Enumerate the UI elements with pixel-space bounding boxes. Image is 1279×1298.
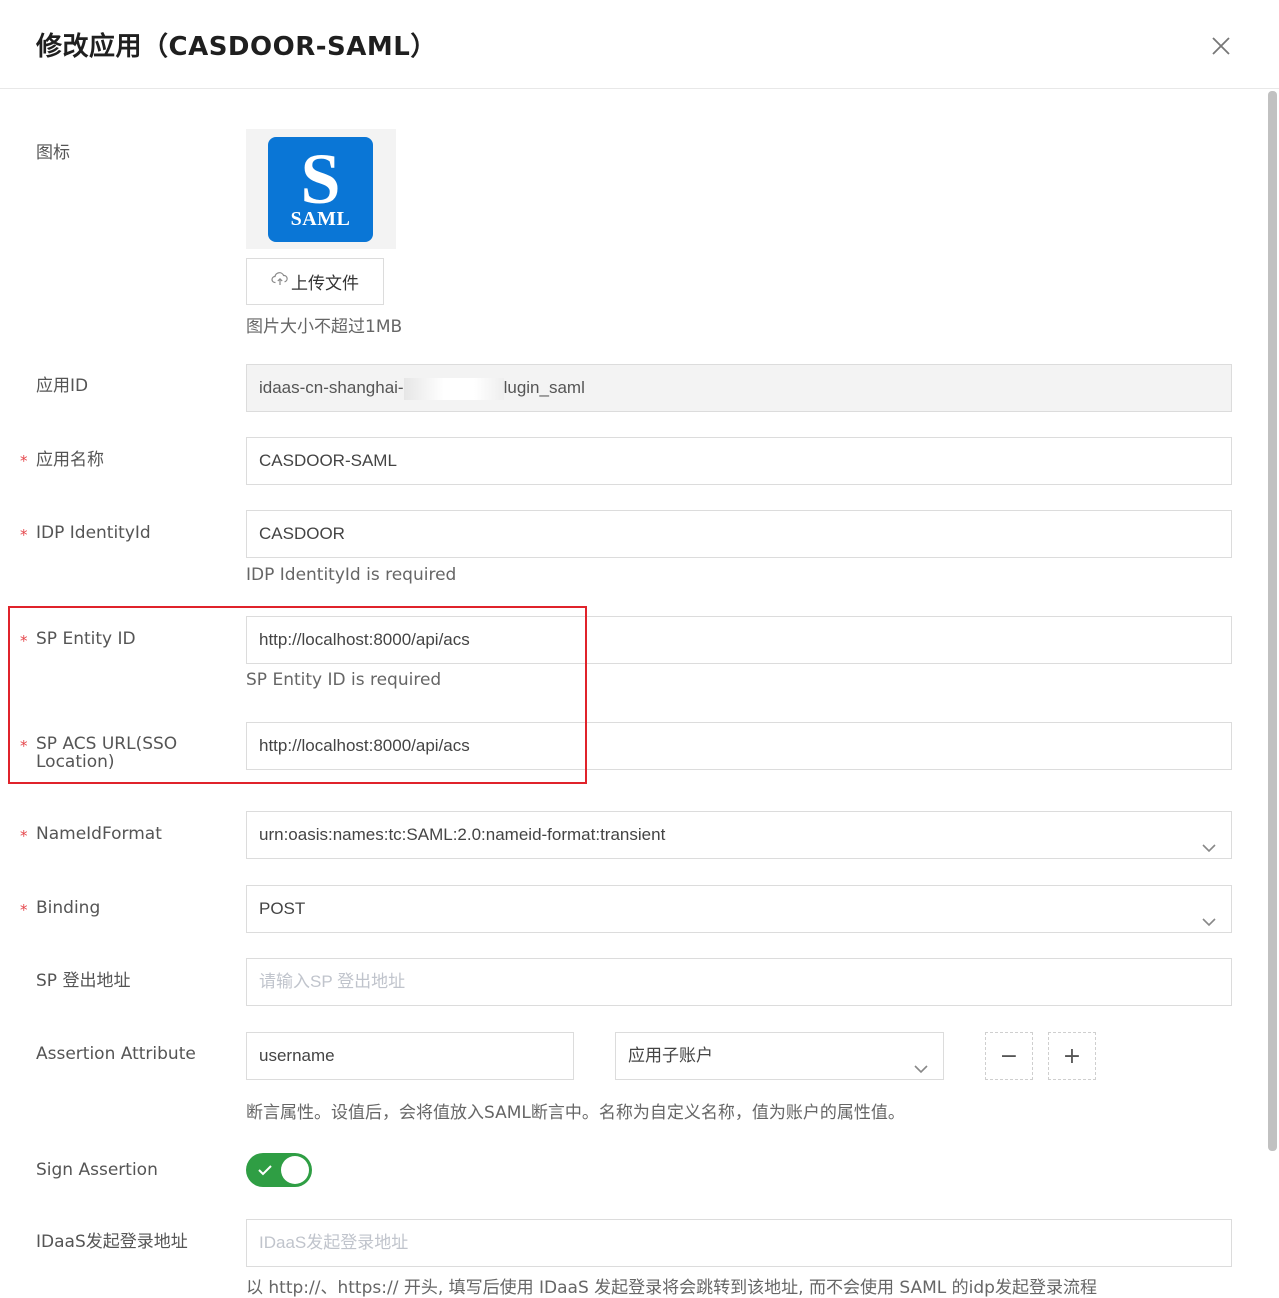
app-id-label: 应用ID bbox=[36, 376, 89, 396]
icon-size-hint: 图片大小不超过1MB bbox=[246, 317, 403, 337]
required-mark: * bbox=[20, 901, 28, 919]
binding-value: POST bbox=[259, 899, 306, 918]
idp-identity-label: IDP IdentityId bbox=[36, 523, 151, 543]
sp-acs-input[interactable]: http://localhost:8000/api/acs bbox=[246, 722, 1232, 770]
scrollbar-thumb[interactable] bbox=[1268, 91, 1277, 1151]
saml-logo: S SAML bbox=[268, 137, 373, 242]
sp-acs-label-line1: SP ACS URL(SSO bbox=[36, 734, 178, 754]
assertion-attr-value: 应用子账户 bbox=[628, 1046, 713, 1065]
sign-assertion-label: Sign Assertion bbox=[36, 1160, 158, 1180]
sign-assertion-toggle[interactable] bbox=[246, 1153, 312, 1187]
app-name-label: 应用名称 bbox=[36, 450, 104, 470]
saml-logo-text: SAML bbox=[290, 208, 351, 230]
scrollbar[interactable] bbox=[1266, 89, 1279, 1292]
upload-file-label: 上传文件 bbox=[291, 274, 359, 294]
assertion-attribute-label: Assertion Attribute bbox=[36, 1044, 196, 1064]
idp-identity-input[interactable]: CASDOOR bbox=[246, 510, 1232, 558]
remove-attribute-button[interactable]: − bbox=[985, 1032, 1033, 1080]
app-name-input[interactable]: CASDOOR-SAML bbox=[246, 437, 1232, 485]
name-id-format-select[interactable]: urn:oasis:names:tc:SAML:2.0:nameid-forma… bbox=[246, 811, 1232, 859]
upload-cloud-icon bbox=[271, 271, 291, 292]
sp-entity-input[interactable]: http://localhost:8000/api/acs bbox=[246, 616, 1232, 664]
toggle-knob bbox=[281, 1156, 309, 1184]
required-mark: * bbox=[20, 737, 28, 755]
close-icon[interactable] bbox=[1206, 31, 1236, 61]
chevron-down-icon bbox=[913, 1049, 929, 1074]
sp-logout-label: SP 登出地址 bbox=[36, 971, 131, 991]
dialog-title: 修改应用（CASDOOR-SAML） bbox=[36, 32, 437, 62]
add-attribute-button[interactable]: + bbox=[1048, 1032, 1096, 1080]
assertion-attr-select[interactable]: 应用子账户 bbox=[615, 1032, 944, 1080]
required-mark: * bbox=[20, 452, 28, 470]
required-mark: * bbox=[20, 526, 28, 544]
idaas-login-help: 以 http://、https:// 开头, 填写后使用 IDaaS 发起登录将… bbox=[246, 1278, 1097, 1298]
required-mark: * bbox=[20, 632, 28, 650]
sp-entity-help: SP Entity ID is required bbox=[246, 670, 442, 690]
assertion-name-input[interactable]: username bbox=[246, 1032, 574, 1080]
idaas-login-input[interactable]: IDaaS发起登录地址 bbox=[246, 1219, 1232, 1267]
sp-acs-label-line2: Location) bbox=[36, 752, 115, 772]
required-mark: * bbox=[20, 827, 28, 845]
icon-label: 图标 bbox=[36, 143, 70, 163]
sp-acs-label: SP ACS URL(SSO Location) bbox=[36, 735, 177, 771]
chevron-down-icon bbox=[1201, 902, 1217, 927]
binding-select[interactable]: POST bbox=[246, 885, 1232, 933]
assertion-attribute-help: 断言属性。设值后，会将值放入SAML断言中。名称为自定义名称，值为账户的属性值。 bbox=[246, 1103, 905, 1123]
app-id-value-suffix: lugin_saml bbox=[503, 378, 585, 397]
sp-logout-input[interactable]: 请输入SP 登出地址 bbox=[246, 958, 1232, 1006]
app-id-value-prefix: idaas-cn-shanghai- bbox=[259, 378, 404, 397]
binding-label: Binding bbox=[36, 898, 101, 918]
saml-logo-letter: S bbox=[300, 139, 341, 219]
app-id-field: idaas-cn-shanghai-lugin_saml bbox=[246, 364, 1232, 412]
idaas-login-label: IDaaS发起登录地址 bbox=[36, 1232, 188, 1252]
redacted-region bbox=[403, 377, 504, 400]
chevron-down-icon bbox=[1201, 828, 1217, 853]
check-icon bbox=[257, 1163, 273, 1182]
name-id-format-label: NameIdFormat bbox=[36, 824, 162, 844]
name-id-format-value: urn:oasis:names:tc:SAML:2.0:nameid-forma… bbox=[259, 825, 666, 844]
sp-entity-label: SP Entity ID bbox=[36, 629, 136, 649]
upload-file-button[interactable]: 上传文件 bbox=[246, 258, 384, 305]
idp-identity-help: IDP IdentityId is required bbox=[246, 565, 457, 585]
dialog-header: 修改应用（CASDOOR-SAML） bbox=[0, 0, 1279, 89]
